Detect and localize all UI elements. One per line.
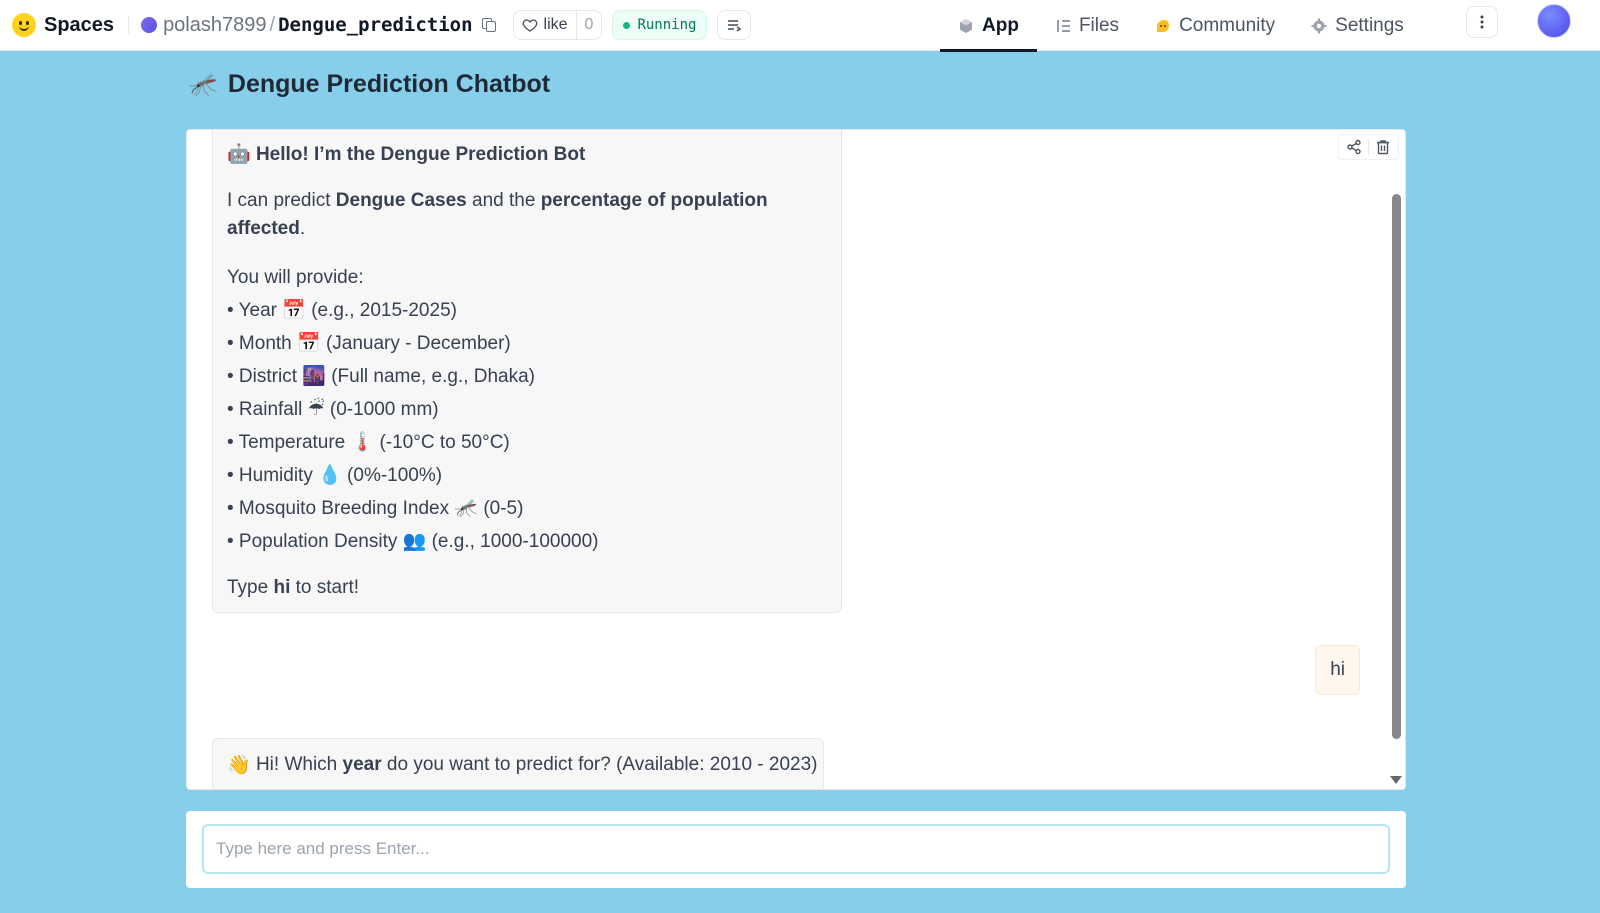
intro-text: and the bbox=[466, 190, 541, 211]
tab-files-label: Files bbox=[1078, 14, 1120, 36]
owner-avatar bbox=[141, 17, 158, 33]
waving-hand-icon: 👋 bbox=[227, 755, 251, 776]
tab-settings[interactable]: Settings bbox=[1293, 0, 1422, 51]
status-label: Running bbox=[637, 17, 697, 33]
top-navigation-bar: Spaces polash7899 / Dengue_prediction li… bbox=[0, 0, 1600, 52]
input-requirements-list: You will provide: • Year 📅 (e.g., 2015-2… bbox=[227, 261, 827, 558]
list-item: • Population Density 👥 (e.g., 1000-10000… bbox=[227, 531, 599, 552]
tab-app-label: App bbox=[982, 14, 1019, 36]
tab-community-label: Community bbox=[1179, 14, 1276, 36]
cube-icon bbox=[960, 18, 972, 33]
space-tabs: App Files Community Settings bbox=[940, 0, 1422, 52]
repo-name-link[interactable]: Dengue_prediction bbox=[278, 14, 472, 36]
spaces-brand-link[interactable]: Spaces bbox=[12, 13, 114, 37]
robot-icon: 🤖 bbox=[227, 144, 251, 165]
share-button[interactable] bbox=[1343, 136, 1365, 158]
bot-message-intro: 🤖 Hello! I’m the Dengue Prediction Bot I… bbox=[212, 130, 842, 613]
clear-chat-button[interactable] bbox=[1372, 136, 1394, 158]
intro-heading: 🤖 Hello! I’m the Dengue Prediction Bot bbox=[227, 141, 827, 169]
list-item: • Mosquito Breeding Index 🦟 (0-5) bbox=[227, 498, 524, 519]
page-title-text: Dengue Prediction Chatbot bbox=[227, 70, 551, 98]
list-item: • Year 📅 (e.g., 2015-2025) bbox=[227, 300, 457, 321]
like-count: 0 bbox=[575, 11, 602, 39]
scroll-down-arrow-icon[interactable] bbox=[1390, 776, 1402, 784]
status-badge[interactable]: Running bbox=[612, 10, 708, 40]
hugging-face-logo-icon bbox=[12, 13, 36, 37]
bot-message-reply: 👋 Hi! Which year do you want to predict … bbox=[212, 738, 824, 789]
intro-description: I can predict Dengue Cases and the perce… bbox=[227, 187, 827, 243]
brand-label: Spaces bbox=[44, 13, 115, 36]
start-instruction: Type hi to start! bbox=[227, 574, 827, 602]
copy-icon[interactable] bbox=[481, 17, 497, 33]
gear-icon bbox=[1311, 18, 1327, 33]
chat-actions bbox=[1338, 134, 1399, 160]
intro-heading-text: Hello! I’m the Dengue Prediction Bot bbox=[255, 144, 586, 165]
intro-text: I can predict bbox=[227, 190, 336, 211]
user-avatar[interactable] bbox=[1537, 4, 1571, 38]
divider bbox=[1368, 139, 1369, 155]
logs-menu-button[interactable] bbox=[717, 10, 752, 40]
chatbot-panel: 🤖 Hello! I’m the Dengue Prediction Bot I… bbox=[186, 129, 1406, 790]
intro-text: . bbox=[299, 218, 306, 239]
kebab-menu-icon bbox=[1480, 15, 1484, 29]
heart-icon bbox=[522, 19, 537, 32]
tab-app[interactable]: App bbox=[940, 0, 1037, 52]
status-dot-icon bbox=[623, 21, 631, 29]
tab-files[interactable]: Files bbox=[1037, 0, 1137, 51]
user-message: hi bbox=[1315, 645, 1360, 695]
mosquito-icon: 🦟 bbox=[188, 71, 218, 98]
tab-community[interactable]: Community bbox=[1137, 0, 1293, 51]
files-icon bbox=[1057, 19, 1070, 32]
list-item: • Month 📅 (January - December) bbox=[227, 333, 511, 354]
page-title: 🦟 Dengue Prediction Chatbot bbox=[188, 70, 550, 99]
owner-link[interactable]: polash7899 bbox=[163, 14, 266, 37]
reply-text: Hi! Which bbox=[250, 754, 343, 775]
intro-bold-dengue-cases: Dengue Cases bbox=[335, 190, 467, 211]
list-item: • District 🌆 (Full name, e.g., Dhaka) bbox=[227, 366, 535, 387]
chat-scrollbar[interactable] bbox=[1392, 194, 1401, 739]
list-item: • Temperature 🌡️ (-10°C to 50°C) bbox=[227, 432, 510, 453]
divider bbox=[128, 16, 130, 34]
provide-label: You will provide: bbox=[227, 267, 364, 288]
start-keyword: hi bbox=[273, 577, 291, 598]
reply-bold-year: year bbox=[342, 754, 382, 775]
message-input-panel bbox=[186, 811, 1406, 888]
list-icon bbox=[728, 20, 742, 32]
trash-icon bbox=[1377, 140, 1389, 155]
more-options-button[interactable] bbox=[1466, 6, 1498, 38]
start-text: to start! bbox=[290, 577, 360, 598]
community-icon bbox=[1157, 19, 1170, 32]
message-input[interactable] bbox=[202, 824, 1390, 874]
share-icon bbox=[1347, 139, 1361, 155]
list-item: • Humidity 💧 (0%-100%) bbox=[227, 465, 443, 486]
start-text: Type bbox=[227, 577, 274, 598]
like-button[interactable]: like 0 bbox=[512, 10, 603, 40]
list-item: • Rainfall ☔ (0-1000 mm) bbox=[227, 399, 439, 420]
like-label: like bbox=[543, 16, 568, 33]
path-separator: / bbox=[269, 13, 276, 36]
tab-settings-label: Settings bbox=[1335, 14, 1404, 36]
reply-text: do you want to predict for? (Available: … bbox=[381, 754, 818, 775]
